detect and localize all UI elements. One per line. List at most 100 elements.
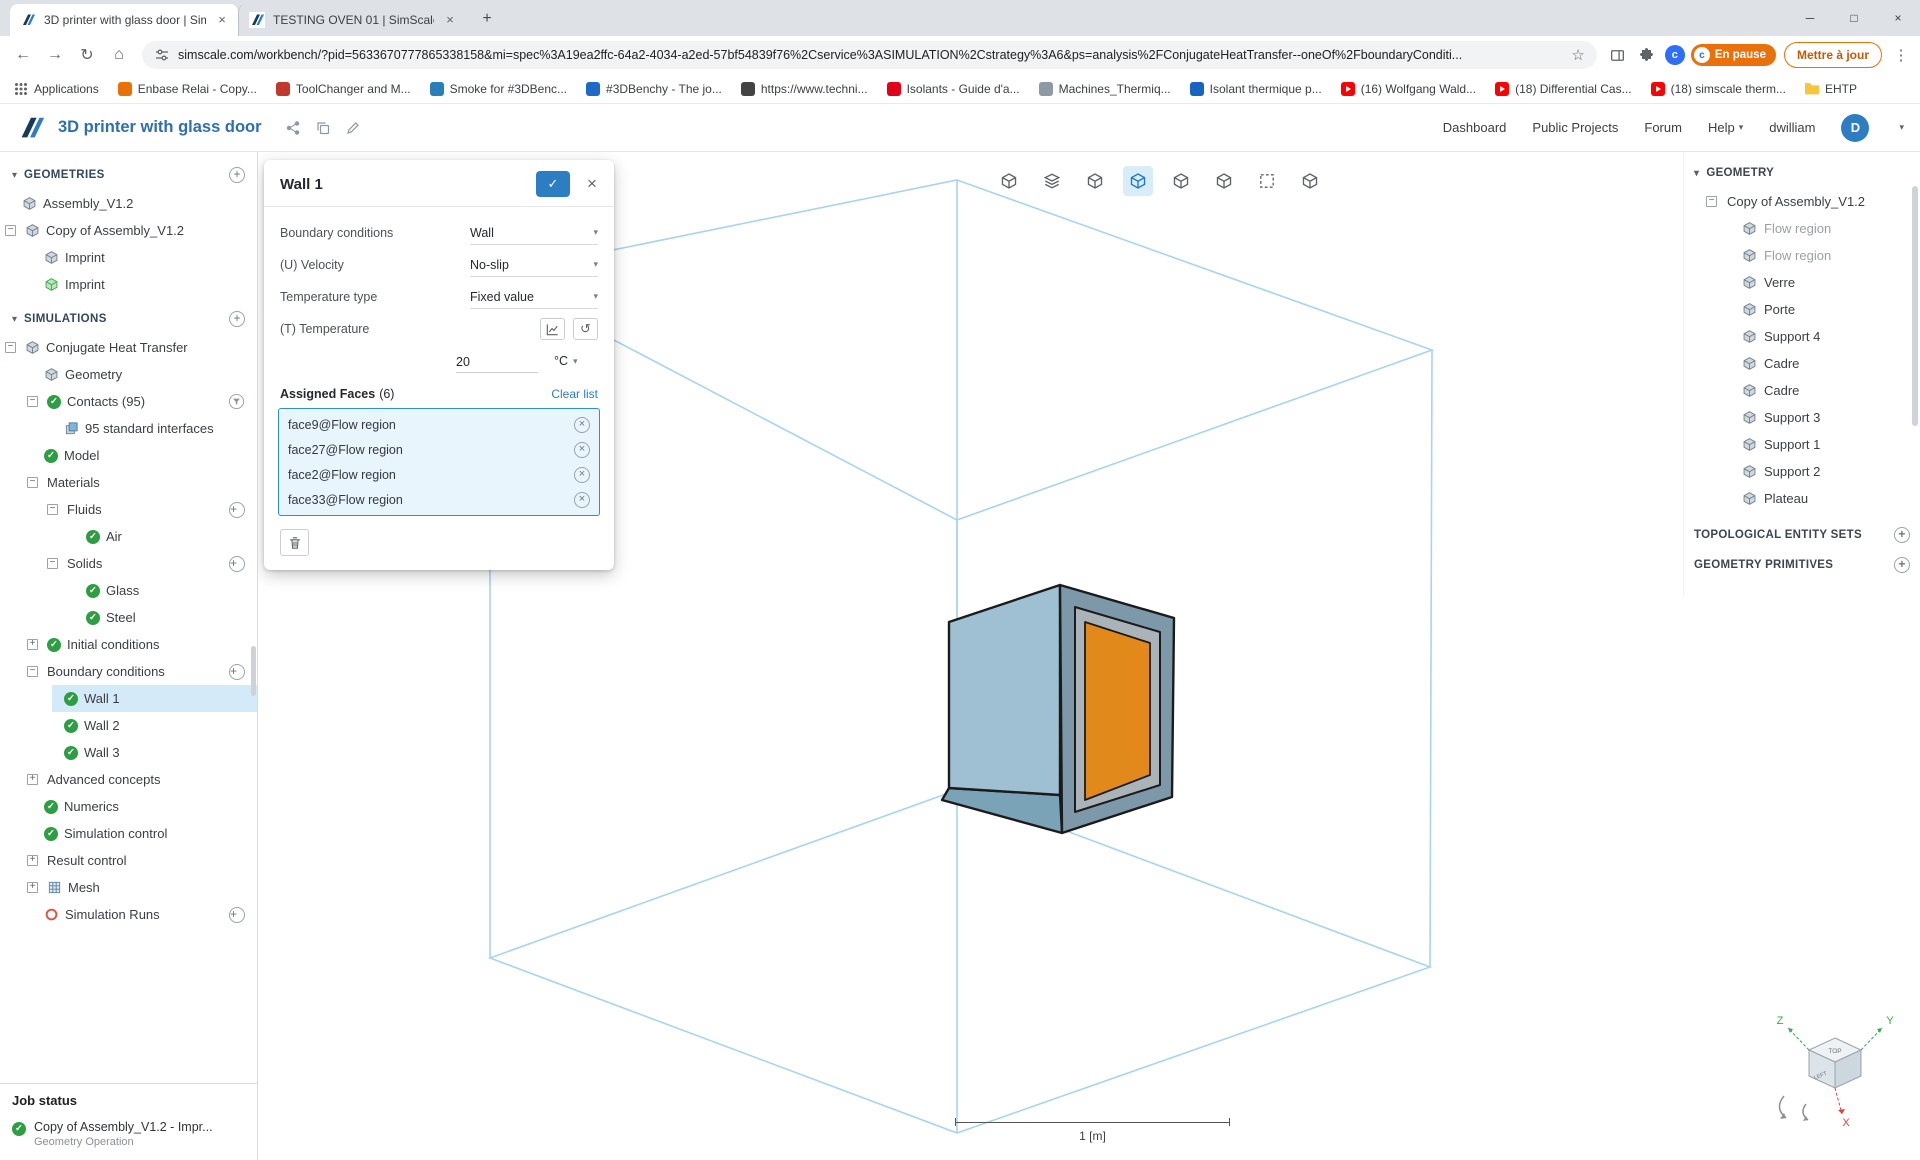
geometry-part-item[interactable]: Flow region	[1684, 215, 1920, 242]
boundary-condition-select[interactable]: Wall ▾	[470, 221, 598, 245]
assigned-face-item[interactable]: face33@Flow region ×	[279, 487, 599, 512]
bookmark-item[interactable]: ToolChanger and M...	[275, 81, 411, 96]
tree-item-contacts[interactable]: − ✓ Contacts (95)	[0, 388, 257, 415]
shaded-view-icon[interactable]	[1080, 166, 1110, 196]
tree-item-materials[interactable]: − Materials	[0, 469, 257, 496]
tree-item-result-control[interactable]: + Result control	[0, 847, 257, 874]
tree-item-simulation-runs[interactable]: Simulation Runs +	[0, 901, 257, 928]
expand-icon[interactable]: +	[27, 774, 38, 785]
geometry-part-item[interactable]: Verre	[1684, 269, 1920, 296]
share-icon[interactable]	[285, 120, 301, 136]
bookmark-star-icon[interactable]: ☆	[1571, 46, 1584, 64]
add-geometry-icon[interactable]: +	[229, 167, 245, 183]
axis-x-label[interactable]: X	[1842, 1117, 1850, 1129]
explode-view-icon[interactable]	[1166, 166, 1196, 196]
delete-selection-button[interactable]	[280, 529, 309, 556]
add-entity-set-icon[interactable]: +	[1894, 527, 1910, 543]
url-text[interactable]: simscale.com/workbench/?pid=563367077786…	[178, 48, 1563, 62]
tab-close-icon[interactable]: ×	[442, 12, 458, 28]
fit-view-icon[interactable]	[994, 166, 1024, 196]
tree-item-glass[interactable]: ✓ Glass	[0, 577, 257, 604]
clear-list-link[interactable]: Clear list	[551, 387, 598, 401]
viewport-3d[interactable]: 1 [m] TOP LEFT Z Y X ▾ GEOMETRY − Copy o…	[258, 152, 1920, 1160]
topological-entity-sets-header[interactable]: TOPOLOGICAL ENTITY SETS +	[1684, 520, 1920, 550]
site-info-icon[interactable]	[154, 47, 170, 63]
geometry-part-item[interactable]: Plateau	[1684, 485, 1920, 512]
box-select-icon[interactable]	[1252, 166, 1282, 196]
axis-z-label[interactable]: Z	[1777, 1015, 1784, 1027]
collapse-icon[interactable]: −	[5, 225, 16, 236]
axis-y-label[interactable]: Y	[1886, 1015, 1894, 1027]
geometry-part-item[interactable]: Support 1	[1684, 431, 1920, 458]
collapse-icon[interactable]: −	[1706, 196, 1717, 207]
temperature-input[interactable]: 20	[456, 349, 538, 373]
bookmark-item[interactable]: Machines_Thermiq...	[1038, 81, 1171, 96]
panel-scrollbar[interactable]	[1912, 186, 1918, 426]
extension-badge[interactable]: c	[1664, 45, 1685, 65]
tab-testing-oven[interactable]: TESTING OVEN 01 | SimScale Wo ×	[238, 4, 466, 36]
bookmark-item[interactable]: Isolant thermique p...	[1189, 81, 1322, 96]
tree-item-initial-conditions[interactable]: + ✓ Initial conditions	[0, 631, 257, 658]
simulations-section-header[interactable]: ▾ SIMULATIONS +	[0, 304, 257, 334]
back-button[interactable]: ←	[8, 40, 38, 70]
geometry-part-item[interactable]: Flow region	[1684, 242, 1920, 269]
add-simulation-icon[interactable]: +	[229, 311, 245, 327]
tree-item-wall-3[interactable]: ✓ Wall 3	[0, 739, 257, 766]
add-fluid-icon[interactable]: +	[229, 501, 245, 518]
reload-button[interactable]: ↻	[72, 40, 102, 70]
remove-face-icon[interactable]: ×	[574, 441, 590, 458]
tree-item-simulation-control[interactable]: ✓ Simulation control	[0, 820, 257, 847]
geometry-part-item[interactable]: Cadre	[1684, 377, 1920, 404]
tree-item-boundary-conditions[interactable]: − Boundary conditions +	[0, 658, 257, 685]
sidebar-scrollbar[interactable]	[251, 646, 256, 696]
home-button[interactable]: ⌂	[104, 40, 134, 70]
geometries-section-header[interactable]: ▾ GEOMETRIES +	[0, 160, 257, 190]
nav-help[interactable]: Help ▾	[1708, 120, 1743, 135]
tree-item-wall-1[interactable]: ✓ Wall 1	[0, 685, 257, 712]
collapse-icon[interactable]: −	[5, 342, 16, 353]
close-button[interactable]: ×	[1876, 0, 1920, 36]
temperature-unit-select[interactable]: °C ▾	[554, 354, 598, 368]
orientation-gizmo[interactable]: TOP LEFT Z Y X	[1750, 1000, 1920, 1150]
bookmark-item[interactable]: (18) simscale therm...	[1650, 81, 1786, 96]
nav-public-projects[interactable]: Public Projects	[1532, 120, 1618, 135]
layers-icon[interactable]	[1037, 166, 1067, 196]
assigned-face-item[interactable]: face9@Flow region ×	[279, 412, 599, 437]
transparency-icon[interactable]	[1209, 166, 1239, 196]
bookmark-item[interactable]: Smoke for #3DBenc...	[429, 81, 567, 96]
tree-item-geometry[interactable]: Geometry	[0, 361, 257, 388]
tree-item-imprint[interactable]: Imprint	[0, 244, 257, 271]
filter-icon[interactable]	[228, 393, 245, 410]
bookmark-item[interactable]: https://www.techni...	[740, 81, 868, 96]
bookmark-item[interactable]: Enbase Relai - Copy...	[117, 81, 257, 96]
section-view-icon[interactable]	[1295, 166, 1325, 196]
tree-item-conjugate-heat-transfer[interactable]: − Conjugate Heat Transfer	[0, 334, 257, 361]
pause-status-pill[interactable]: c En pause	[1690, 44, 1776, 66]
bookmark-folder-ehtp[interactable]: EHTP	[1804, 82, 1857, 96]
minimize-button[interactable]: ─	[1788, 0, 1832, 36]
temperature-type-select[interactable]: Fixed value ▾	[470, 285, 598, 309]
chevron-down-icon[interactable]: ▾	[1899, 122, 1904, 133]
browser-menu-icon[interactable]: ⋮	[1890, 46, 1912, 64]
table-input-icon[interactable]	[540, 318, 565, 340]
solid-view-icon[interactable]	[1123, 166, 1153, 196]
tree-item-solids[interactable]: − Solids +	[0, 550, 257, 577]
username[interactable]: dwilliam	[1769, 120, 1815, 135]
assigned-face-item[interactable]: face2@Flow region ×	[279, 462, 599, 487]
add-boundary-condition-icon[interactable]: +	[229, 663, 245, 680]
geometry-part-item[interactable]: Cadre	[1684, 350, 1920, 377]
extensions-puzzle-icon[interactable]	[1633, 42, 1659, 68]
geometry-section-header[interactable]: ▾ GEOMETRY	[1684, 158, 1920, 188]
bookmark-item[interactable]: (16) Wolfgang Wald...	[1340, 81, 1476, 96]
tree-item-standard-interfaces[interactable]: 95 standard interfaces	[0, 415, 257, 442]
remove-face-icon[interactable]: ×	[574, 466, 590, 483]
collapse-icon[interactable]: −	[47, 504, 58, 515]
tree-item-fluids[interactable]: − Fluids +	[0, 496, 257, 523]
printer-model[interactable]	[940, 583, 1176, 835]
copy-project-icon[interactable]	[315, 120, 331, 136]
nav-forum[interactable]: Forum	[1644, 120, 1682, 135]
expand-icon[interactable]: +	[27, 882, 38, 893]
geometry-primitives-header[interactable]: GEOMETRY PRIMITIVES +	[1684, 550, 1920, 580]
geometry-part-item[interactable]: Support 2	[1684, 458, 1920, 485]
tab-close-icon[interactable]: ×	[214, 12, 230, 28]
